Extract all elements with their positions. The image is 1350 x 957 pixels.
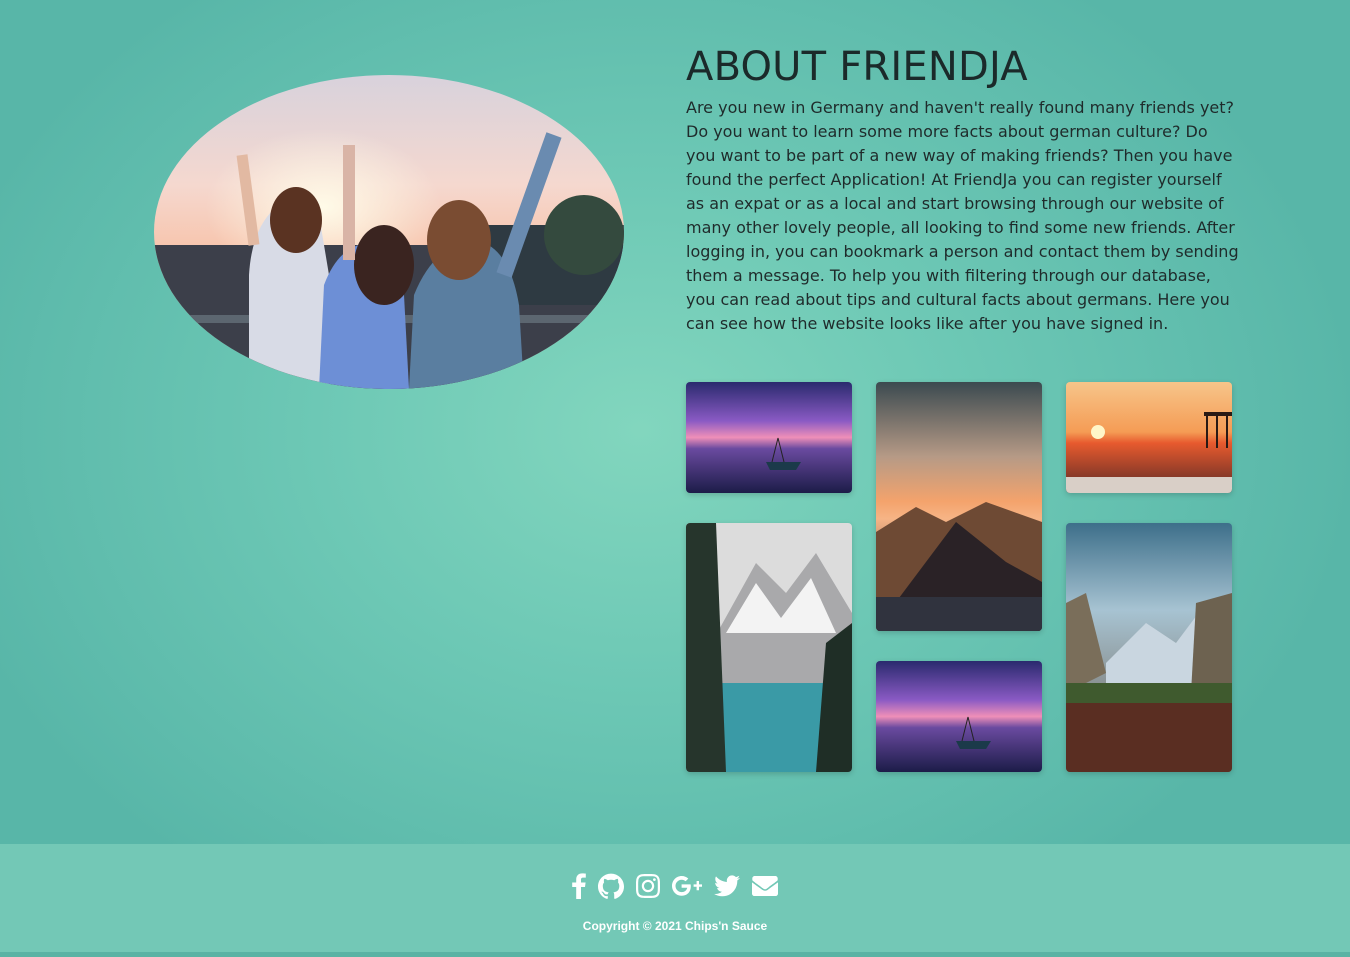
about-description: Are you new in Germany and haven't reall… <box>686 98 1239 333</box>
mountain-sunset-photo-icon <box>876 382 1042 631</box>
lake-boat-sunset-photo-icon <box>686 382 852 493</box>
main-section: ABOUT FRIENDJA Are you new in Germany an… <box>0 0 1350 844</box>
yosemite-valley-photo-icon <box>1066 523 1232 772</box>
instagram-icon <box>636 874 660 898</box>
facebook-link[interactable] <box>572 872 586 900</box>
gallery-image-4[interactable] <box>686 523 852 772</box>
twitter-link[interactable] <box>714 872 740 900</box>
hero-friends-photo <box>154 75 624 389</box>
google-plus-icon <box>672 876 702 896</box>
friends-photo-icon <box>154 75 624 389</box>
gallery-image-2[interactable] <box>876 382 1042 631</box>
copyright-text: Copyright © 2021 Chips'n Sauce <box>582 919 768 933</box>
instagram-link[interactable] <box>636 872 660 900</box>
twitter-icon <box>714 875 740 897</box>
lake-boat-sunset-photo-icon <box>876 661 1042 772</box>
github-link[interactable] <box>598 872 624 900</box>
github-icon <box>598 873 624 899</box>
gallery-image-3[interactable] <box>1066 382 1232 493</box>
email-link[interactable] <box>752 872 778 900</box>
google-plus-link[interactable] <box>672 872 702 900</box>
gallery-image-5[interactable] <box>876 661 1042 772</box>
facebook-icon <box>572 873 586 899</box>
gallery-image-1[interactable] <box>686 382 852 493</box>
envelope-icon <box>752 876 778 896</box>
gallery-image-6[interactable] <box>1066 523 1232 772</box>
snowy-lake-photo-icon <box>686 523 852 772</box>
pier-sunset-photo-icon <box>1066 382 1232 493</box>
about-title: ABOUT FRIENDJA <box>686 44 1028 90</box>
footer-bottom-strip <box>0 952 1350 957</box>
social-links <box>0 872 1350 900</box>
